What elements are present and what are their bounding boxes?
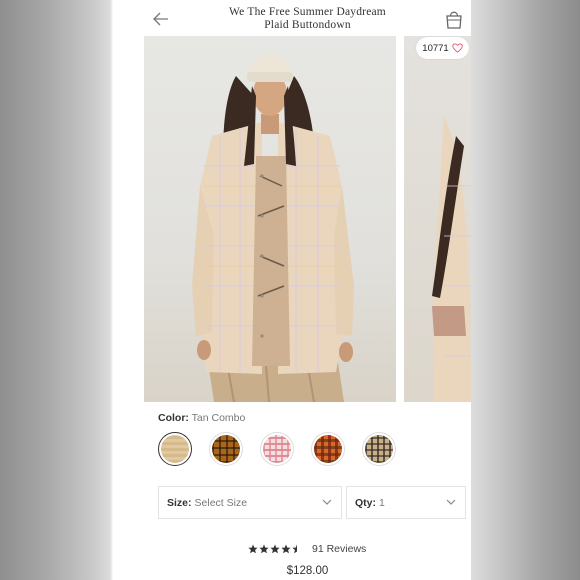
title-line-1: We The Free Summer Daydream <box>229 6 386 18</box>
product-photo-main[interactable] <box>144 36 396 402</box>
size-select[interactable]: Size: Select Size <box>158 486 342 519</box>
heart-icon <box>451 43 463 53</box>
star-full-icon <box>281 544 291 554</box>
star-full-icon <box>270 544 280 554</box>
product-photo-next[interactable] <box>404 36 471 402</box>
star-rating <box>248 544 302 554</box>
swatch-pink-plaid[interactable] <box>260 432 294 466</box>
swatch-fill <box>263 435 291 463</box>
color-label: Color: <box>158 412 189 424</box>
swatch-grey-plaid[interactable] <box>362 432 396 466</box>
swatch-tan-combo[interactable] <box>158 432 192 466</box>
size-label: Size: <box>167 496 192 509</box>
chevron-down-icon <box>446 499 456 505</box>
qty-value: 1 <box>379 496 385 509</box>
swatch-orange-plaid[interactable] <box>311 432 345 466</box>
rating-summary[interactable]: 91 Reviews <box>248 543 366 555</box>
product-price: $128.00 <box>286 565 329 577</box>
color-swatch-list <box>158 432 396 466</box>
favorite-button[interactable]: 10771 <box>416 37 469 59</box>
model-side-image <box>432 116 471 402</box>
product-screen: We The Free Summer Daydream Plaid Button… <box>144 0 471 580</box>
star-full-icon <box>248 544 258 554</box>
size-value: Select Size <box>194 496 248 509</box>
back-arrow-icon[interactable] <box>152 11 170 27</box>
title-line-2: Plaid Buttondown <box>264 19 351 31</box>
chevron-down-icon <box>322 499 332 505</box>
swatch-fill <box>314 435 342 463</box>
review-count: 91 Reviews <box>312 543 367 555</box>
page-title: We The Free Summer Daydream Plaid Button… <box>184 6 431 32</box>
favorite-count: 10771 <box>422 42 449 54</box>
selected-color-name: Tan Combo <box>191 412 246 424</box>
swatch-fill <box>365 435 393 463</box>
swatch-fill <box>161 435 189 463</box>
quantity-select[interactable]: Qty: 1 <box>346 486 466 519</box>
color-label-row: Color: Tan Combo <box>158 412 245 424</box>
star-half-icon <box>292 544 297 554</box>
shopping-bag-icon[interactable] <box>443 8 465 30</box>
model-wearing-shirt-image <box>192 54 354 402</box>
qty-label: Qty: <box>355 496 376 509</box>
swatch-fill <box>212 435 240 463</box>
product-image-gallery[interactable] <box>144 36 471 402</box>
top-bar: We The Free Summer Daydream Plaid Button… <box>144 0 471 36</box>
swatch-brown-plaid[interactable] <box>209 432 243 466</box>
star-full-icon <box>259 544 269 554</box>
